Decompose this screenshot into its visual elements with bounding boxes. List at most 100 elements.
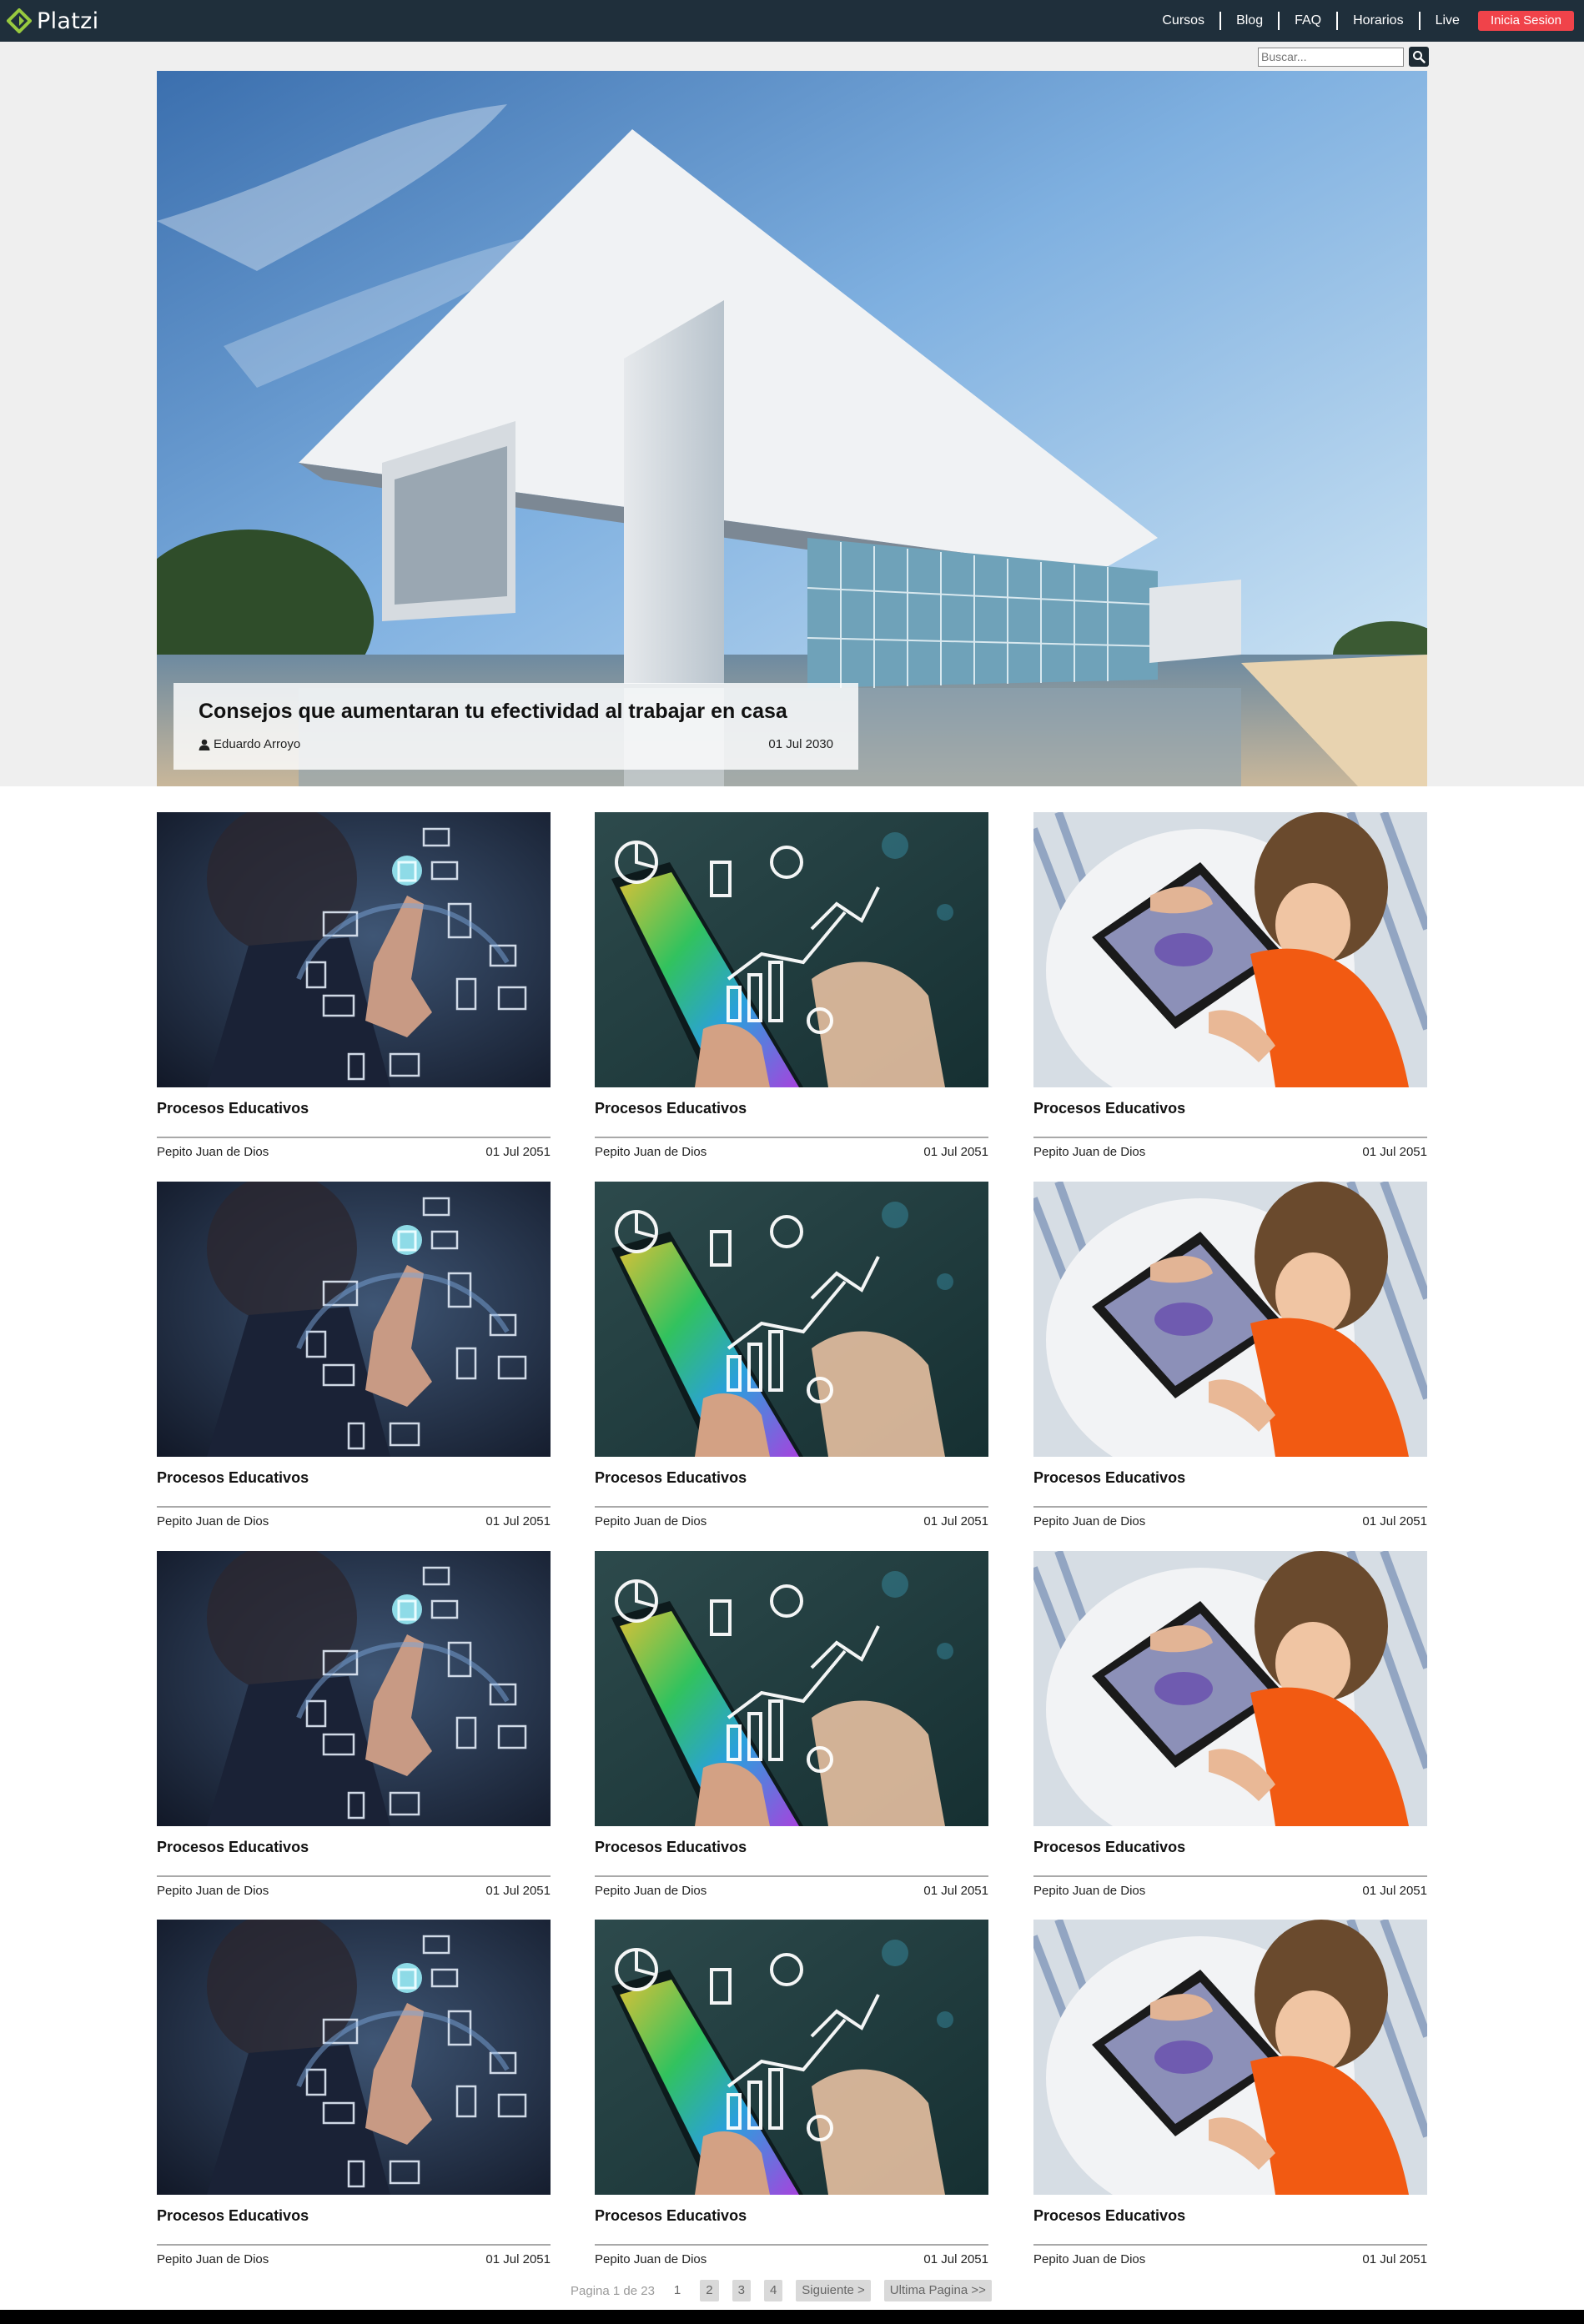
- post-card: Procesos Educativos Pepito Juan de Dios …: [1033, 1920, 1427, 2270]
- featured-building-image: [157, 71, 1427, 786]
- post-title[interactable]: Procesos Educativos: [157, 1100, 309, 1117]
- search-button[interactable]: [1409, 47, 1429, 67]
- page-4-link[interactable]: 4: [763, 2280, 783, 2301]
- child-tablet-image: [1033, 1920, 1427, 2195]
- nav-item-horarios[interactable]: Horarios: [1338, 12, 1421, 30]
- post-card: Procesos Educativos Pepito Juan de Dios …: [157, 1182, 551, 1532]
- featured-caption: Consejos que aumentaran tu efectividad a…: [173, 683, 858, 770]
- user-icon: [199, 739, 210, 750]
- touch-network-image: [157, 1551, 551, 1826]
- post-thumbnail[interactable]: [1033, 1920, 1427, 2195]
- post-card: Procesos Educativos Pepito Juan de Dios …: [595, 1182, 988, 1532]
- post-card: Procesos Educativos Pepito Juan de Dios …: [595, 812, 988, 1162]
- post-thumbnail[interactable]: [1033, 812, 1427, 1087]
- post-thumbnail[interactable]: [1033, 1551, 1427, 1826]
- post-author: Pepito Juan de Dios: [595, 1145, 707, 1159]
- nav-item-blog[interactable]: Blog: [1221, 12, 1280, 30]
- post-title[interactable]: Procesos Educativos: [157, 1469, 309, 1487]
- search-icon: [1413, 51, 1426, 63]
- touch-network-image: [157, 1182, 551, 1457]
- nav-item-faq[interactable]: FAQ: [1280, 12, 1339, 30]
- post-title[interactable]: Procesos Educativos: [157, 1839, 309, 1856]
- post-thumbnail[interactable]: [1033, 1182, 1427, 1457]
- post-thumbnail[interactable]: [157, 812, 551, 1087]
- post-title[interactable]: Procesos Educativos: [595, 1100, 747, 1117]
- post-title[interactable]: Procesos Educativos: [157, 2207, 309, 2225]
- post-date: 01 Jul 2051: [923, 2252, 988, 2266]
- post-author: Pepito Juan de Dios: [157, 1884, 269, 1898]
- last-page-button[interactable]: Ultima Pagina >>: [883, 2280, 992, 2301]
- featured-title[interactable]: Consejos que aumentaran tu efectividad a…: [199, 700, 833, 724]
- divider: [1033, 2244, 1427, 2246]
- post-card: Procesos Educativos Pepito Juan de Dios …: [595, 1551, 988, 1901]
- featured-post[interactable]: Consejos que aumentaran tu efectividad a…: [157, 71, 1427, 786]
- pagination: Pagina 1 de 23 1 2 3 4 Siguiente > Ultim…: [571, 2280, 992, 2301]
- post-date: 01 Jul 2051: [1362, 1884, 1427, 1898]
- post-title[interactable]: Procesos Educativos: [1033, 1469, 1185, 1487]
- platzi-logo-icon: [7, 8, 32, 33]
- phone-graphs-image: [595, 1920, 988, 2195]
- divider: [157, 2244, 551, 2246]
- post-card: Procesos Educativos Pepito Juan de Dios …: [595, 1920, 988, 2270]
- phone-graphs-image: [595, 812, 988, 1087]
- login-button[interactable]: Inicia Sesion: [1477, 11, 1574, 31]
- post-card: Procesos Educativos Pepito Juan de Dios …: [157, 812, 551, 1162]
- search-input[interactable]: [1258, 47, 1404, 67]
- post-date: 01 Jul 2051: [923, 1514, 988, 1528]
- page-2-link[interactable]: 2: [700, 2280, 719, 2301]
- post-card: Procesos Educativos Pepito Juan de Dios …: [1033, 1551, 1427, 1901]
- post-thumbnail[interactable]: [595, 1182, 988, 1457]
- post-date: 01 Jul 2051: [485, 1145, 551, 1159]
- child-tablet-image: [1033, 812, 1427, 1087]
- post-card: Procesos Educativos Pepito Juan de Dios …: [1033, 1182, 1427, 1532]
- post-card: Procesos Educativos Pepito Juan de Dios …: [157, 1920, 551, 2270]
- phone-graphs-image: [595, 1182, 988, 1457]
- post-date: 01 Jul 2051: [1362, 2252, 1427, 2266]
- post-author: Pepito Juan de Dios: [1033, 1884, 1146, 1898]
- post-thumbnail[interactable]: [595, 812, 988, 1087]
- post-card: Procesos Educativos Pepito Juan de Dios …: [157, 1551, 551, 1901]
- touch-network-image: [157, 812, 551, 1087]
- page-3-link[interactable]: 3: [732, 2280, 751, 2301]
- divider: [157, 1875, 551, 1877]
- divider: [595, 1137, 988, 1138]
- post-title[interactable]: Procesos Educativos: [1033, 2207, 1185, 2225]
- post-author: Pepito Juan de Dios: [1033, 1514, 1146, 1528]
- nav-item-live[interactable]: Live: [1421, 12, 1473, 30]
- post-date: 01 Jul 2051: [1362, 1145, 1427, 1159]
- top-navbar: Platzi Cursos Blog FAQ Horarios Live Ini…: [0, 0, 1584, 42]
- post-author: Pepito Juan de Dios: [1033, 2252, 1146, 2266]
- featured-date: 01 Jul 2030: [768, 737, 833, 751]
- post-thumbnail[interactable]: [595, 1551, 988, 1826]
- divider: [1033, 1875, 1427, 1877]
- platzi-logo[interactable]: Platzi: [7, 7, 98, 35]
- child-tablet-image: [1033, 1551, 1427, 1826]
- featured-meta: Eduardo Arroyo 01 Jul 2030: [199, 737, 833, 751]
- post-author: Pepito Juan de Dios: [157, 2252, 269, 2266]
- featured-author: Eduardo Arroyo: [214, 737, 301, 751]
- post-title[interactable]: Procesos Educativos: [1033, 1839, 1185, 1856]
- post-author: Pepito Juan de Dios: [157, 1514, 269, 1528]
- post-thumbnail[interactable]: [157, 1920, 551, 2195]
- post-date: 01 Jul 2051: [485, 2252, 551, 2266]
- post-title[interactable]: Procesos Educativos: [1033, 1100, 1185, 1117]
- post-title[interactable]: Procesos Educativos: [595, 1469, 747, 1487]
- phone-graphs-image: [595, 1551, 988, 1826]
- post-title[interactable]: Procesos Educativos: [595, 2207, 747, 2225]
- divider: [157, 1506, 551, 1508]
- post-author: Pepito Juan de Dios: [595, 1514, 707, 1528]
- featured-author-line: Eduardo Arroyo: [199, 737, 300, 751]
- divider: [595, 2244, 988, 2246]
- post-title[interactable]: Procesos Educativos: [595, 1839, 747, 1856]
- post-date: 01 Jul 2051: [923, 1145, 988, 1159]
- touch-network-image: [157, 1920, 551, 2195]
- post-thumbnail[interactable]: [157, 1182, 551, 1457]
- page-1-link[interactable]: 1: [668, 2280, 686, 2301]
- nav-item-cursos[interactable]: Cursos: [1147, 12, 1222, 30]
- search-bar: [1258, 47, 1429, 67]
- post-author: Pepito Juan de Dios: [157, 1145, 269, 1159]
- next-page-button[interactable]: Siguiente >: [796, 2280, 871, 2301]
- post-thumbnail[interactable]: [157, 1551, 551, 1826]
- divider: [595, 1506, 988, 1508]
- post-thumbnail[interactable]: [595, 1920, 988, 2195]
